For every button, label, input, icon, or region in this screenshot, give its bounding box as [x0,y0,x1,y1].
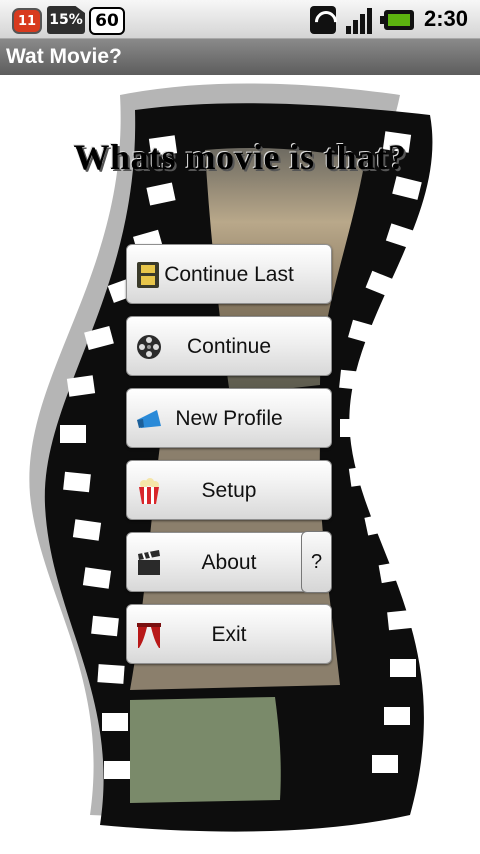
new-profile-label: New Profile [175,407,283,430]
help-button[interactable]: ? [301,531,332,593]
continue-button[interactable]: Continue [126,316,332,376]
new-profile-button[interactable]: New Profile [126,388,332,448]
wifi-icon [310,6,336,34]
battery-level-indicator: 60 [89,7,125,35]
setup-label: Setup [201,479,257,502]
exit-button[interactable]: Exit [126,604,332,664]
signal-icon [344,6,378,34]
sd-card-icon: 15% [47,6,85,34]
status-bar: 11 15% 60 2:30 [0,0,480,39]
app-title-bar: Wat Movie? [0,39,480,75]
setup-button[interactable]: Setup [126,460,332,520]
continue-last-button[interactable]: Continue Last [126,244,332,304]
notification-badge-icon[interactable]: 11 [12,8,42,34]
continue-last-label: Continue Last [164,263,294,286]
exit-label: Exit [211,623,247,646]
battery-icon [380,10,414,30]
continue-label: Continue [186,335,272,358]
app-title: Wat Movie? [6,45,122,68]
page-headline: Whats movie is that? [73,137,407,177]
clock: 2:30 [424,6,469,31]
